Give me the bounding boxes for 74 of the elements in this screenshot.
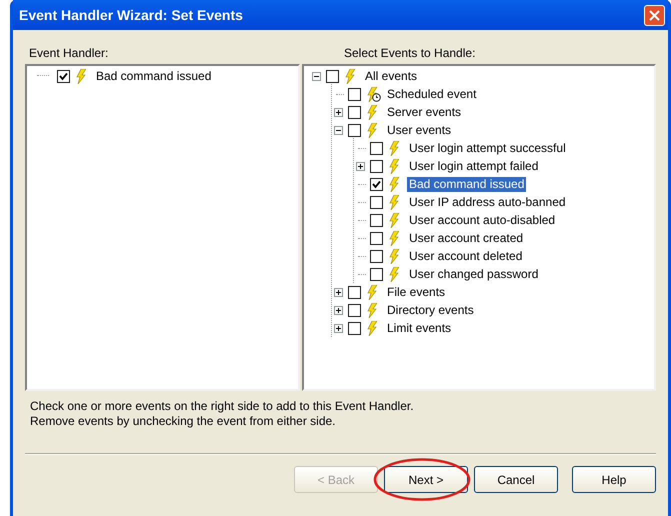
lightning-icon [76, 68, 86, 84]
lightning-icon [389, 194, 399, 210]
checkbox[interactable] [370, 142, 383, 154]
lightning-icon [367, 320, 377, 336]
checkbox[interactable] [348, 106, 361, 118]
tree-item[interactable]: All events [363, 68, 420, 84]
tree-item[interactable]: User account auto-disabled [407, 212, 558, 228]
checkbox[interactable] [370, 214, 383, 226]
panel-label: Select Events to Handle: [343, 45, 476, 62]
plus-icon [336, 110, 340, 114]
checkbox[interactable] [370, 268, 383, 280]
checkbox[interactable] [370, 160, 383, 172]
tree-item[interactable]: File events [385, 284, 448, 300]
lightning-icon [367, 122, 377, 138]
lightning-icon [389, 140, 399, 156]
plus-icon [336, 290, 340, 294]
wizard-button[interactable]: Cancel [474, 466, 558, 493]
expand-toggle[interactable] [334, 306, 342, 314]
lightning-icon [389, 176, 399, 192]
lightning-icon [367, 302, 377, 318]
checkbox[interactable] [370, 232, 383, 244]
lightning-icon [389, 230, 399, 246]
tree-item[interactable]: Server events [385, 104, 464, 120]
checkbox[interactable] [326, 70, 339, 82]
checkbox[interactable] [57, 70, 70, 82]
wizard-button[interactable]: Help [572, 466, 656, 493]
tree-item[interactable]: Limit events [385, 320, 454, 336]
tree-item[interactable]: User IP address auto-banned [407, 194, 568, 210]
tree-item[interactable]: Bad command issued [407, 176, 526, 192]
lightning-icon [389, 248, 399, 264]
expand-toggle[interactable] [334, 288, 342, 296]
checkbox[interactable] [348, 322, 361, 334]
lightning-icon [345, 68, 355, 84]
minus-icon [336, 128, 340, 132]
lightning-icon [367, 284, 377, 300]
panel-label: Event Handler: [28, 45, 110, 62]
tree-item[interactable]: User changed password [407, 266, 540, 282]
tree-item[interactable]: User login attempt successful [407, 140, 568, 156]
window-title: Event Handler Wizard: Set Events [19, 6, 243, 24]
collapse-toggle[interactable] [312, 72, 320, 80]
close-icon [649, 10, 660, 20]
lightning-icon [389, 212, 399, 228]
checkbox[interactable] [370, 250, 383, 262]
instruction-text: Remove events by unchecking the event from either side. [30, 414, 336, 429]
expand-toggle[interactable] [356, 162, 364, 170]
checkmark-icon [59, 72, 68, 80]
checkbox[interactable] [348, 88, 361, 100]
tree-item[interactable]: User account created [407, 230, 526, 246]
checkbox[interactable] [370, 196, 383, 208]
tree-item[interactable]: Directory events [385, 302, 476, 318]
plus-icon [358, 164, 362, 168]
checkbox[interactable] [348, 124, 361, 136]
lightning-clock-icon [367, 86, 381, 102]
lightning-icon [389, 158, 399, 174]
tree-item[interactable]: Scheduled event [385, 86, 478, 102]
collapse-toggle[interactable] [334, 126, 342, 134]
plus-icon [336, 326, 340, 330]
expand-toggle[interactable] [334, 324, 342, 332]
checkmark-icon [372, 180, 381, 188]
tree-item[interactable]: User login attempt failed [407, 158, 540, 174]
tree-item[interactable]: User events [385, 122, 454, 138]
checkbox[interactable] [348, 286, 361, 298]
instruction-text: Check one or more events on the right side to add to this Event Handler. [30, 399, 415, 414]
tree-item[interactable]: User account deleted [407, 248, 524, 264]
expand-toggle[interactable] [334, 108, 342, 116]
plus-icon [336, 308, 340, 312]
checkbox[interactable] [348, 304, 361, 316]
tree-item[interactable]: Bad command issued [94, 68, 214, 84]
minus-icon [314, 74, 318, 78]
close-button[interactable] [644, 4, 665, 26]
checkbox[interactable] [370, 178, 383, 190]
wizard-button[interactable]: Next > [384, 466, 468, 493]
lightning-icon [389, 266, 399, 282]
lightning-icon [367, 104, 377, 120]
